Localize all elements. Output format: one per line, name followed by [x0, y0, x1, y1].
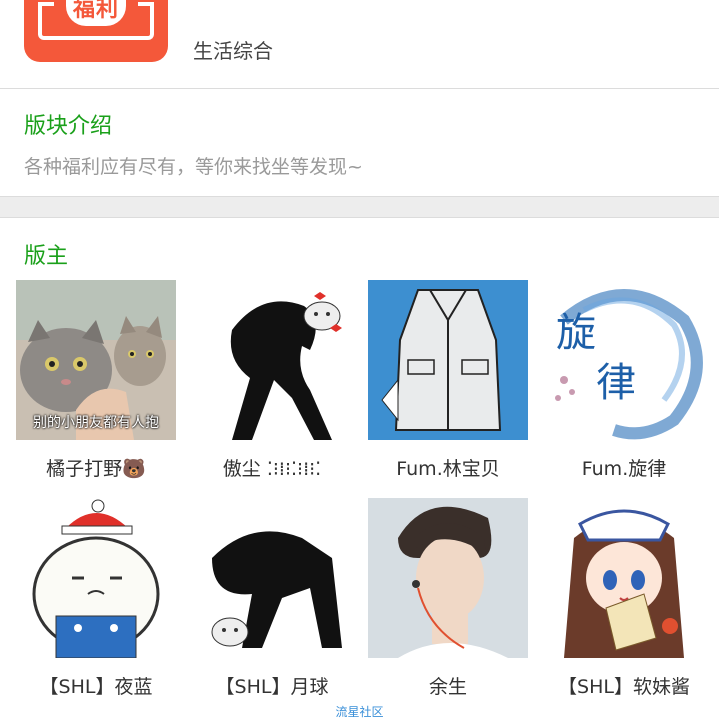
forum-description: 各种福利应有尽有，等你来找坐等发现~ — [24, 156, 363, 178]
logo-frame-edge — [38, 2, 54, 6]
avatar-caption: 别的小朋友都有人抱 — [33, 415, 159, 431]
section-title-moderators: 版主 — [24, 244, 69, 269]
section-title-intro: 版块介绍 — [24, 114, 113, 139]
forum-category: 生活综合 — [193, 39, 273, 63]
logo-text: 福利 — [72, 0, 119, 22]
divider — [0, 88, 719, 89]
moderator-card[interactable]: 【SHL】月球 — [192, 498, 352, 698]
avatar[interactable]: 别的小朋友都有人抱 — [16, 280, 176, 440]
avatar[interactable] — [368, 280, 528, 440]
moderator-name[interactable]: 【SHL】夜蓝 — [2, 672, 190, 699]
moderator-card[interactable]: 旋 律 Fum.旋律 — [544, 280, 704, 480]
moderator-name[interactable]: Fum.旋律 — [530, 454, 718, 481]
moderator-card[interactable]: 傲尘 ⁚⁝⁞⁝⁚⁝⁞⁝⁚ — [192, 280, 352, 480]
moderator-card[interactable]: 【SHL】夜蓝 — [16, 498, 176, 698]
forum-logo: 福利 — [24, 0, 168, 62]
moderator-card[interactable]: Fum.林宝贝 — [368, 280, 528, 480]
moderator-name[interactable]: 傲尘 ⁚⁝⁞⁝⁚⁝⁞⁝⁚ — [178, 454, 366, 481]
moderator-card[interactable]: 【SHL】软妹酱 — [544, 498, 704, 698]
section-gap — [0, 196, 719, 218]
avatar[interactable] — [544, 498, 704, 658]
watermark: 流星社区 — [335, 705, 384, 719]
logo-frame-edge — [138, 2, 154, 6]
moderator-name[interactable]: 【SHL】软妹酱 — [530, 672, 718, 699]
avatar[interactable] — [192, 498, 352, 658]
moderator-name[interactable]: Fum.林宝贝 — [354, 454, 542, 481]
calligraphy-char: 律 — [596, 360, 636, 406]
avatar[interactable] — [368, 498, 528, 658]
moderator-name[interactable]: 【SHL】月球 — [178, 672, 366, 699]
logo-badge: 福利 — [66, 0, 126, 26]
moderator-card[interactable]: 别的小朋友都有人抱 橘子打野🐻 — [16, 280, 176, 480]
moderator-card[interactable]: 余生 — [368, 498, 528, 698]
avatar[interactable] — [16, 498, 176, 658]
moderator-name[interactable]: 余生 — [354, 672, 542, 699]
calligraphy-char: 旋 — [556, 310, 596, 356]
forum-header: 福利 生活综合 — [0, 0, 719, 88]
moderator-name[interactable]: 橘子打野🐻 — [2, 454, 190, 481]
avatar[interactable] — [192, 280, 352, 440]
avatar[interactable]: 旋 律 — [544, 280, 704, 440]
